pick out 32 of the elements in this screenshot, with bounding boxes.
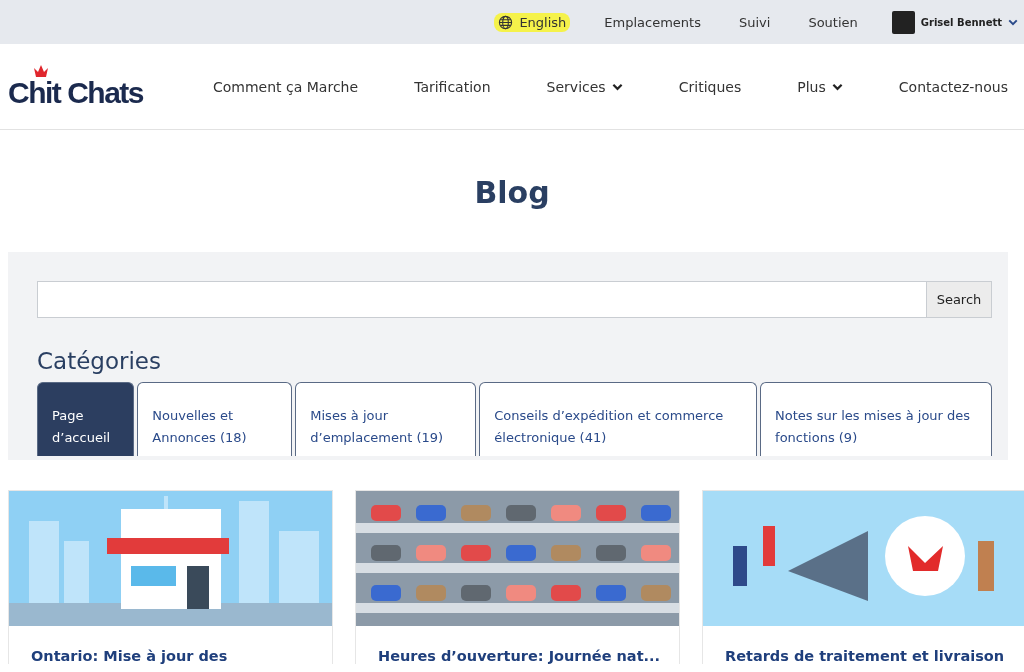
avatar-icon[interactable] [891,10,915,34]
post-title[interactable]: Retards de traitement et livraison [703,626,1024,664]
chevron-down-icon [611,82,623,91]
nav-item[interactable]: Critiques [678,78,742,95]
category-tab[interactable]: Mises à jour d’emplacement (19) [295,382,477,456]
post-card[interactable]: Ontario: Mise à jour des [8,490,333,664]
category-tab[interactable]: Nouvelles et Annonces (18) [137,382,293,456]
language-link[interactable]: English [494,12,571,32]
post-title[interactable]: Heures d’ouverture: Journée nat... [356,626,679,664]
logo[interactable]: Chit Chats [8,63,143,110]
post-title[interactable]: Ontario: Mise à jour des [9,626,332,664]
category-tab[interactable]: Page d’accueil [37,382,135,456]
post-card[interactable]: Heures d’ouverture: Journée nat... [355,490,680,664]
user-name[interactable]: Grisel Bennett [920,16,1002,28]
nav-item[interactable]: Contactez-nous [898,78,1008,95]
category-tab[interactable]: Conseils d’expédition et commerce électronique (41) [479,382,758,456]
globe-icon [498,14,514,30]
top-link[interactable]: Soutien [804,12,862,32]
post-card[interactable]: Retards de traitement et livraison [702,490,1024,664]
nav-item[interactable]: Plus [797,78,843,95]
chevron-down-icon [831,82,843,91]
page-title: Blog [473,174,551,212]
nav-item[interactable]: Comment ça Marche [213,78,359,95]
search-field[interactable] [37,281,927,318]
nav-item[interactable]: Services [546,78,623,95]
section-heading: Catégories [37,348,162,374]
category-tab[interactable]: Notes sur les mises à jour des fonctions (9) [760,382,992,456]
chevron-down-icon [1008,18,1018,26]
nav-item[interactable]: Tarification [414,78,491,95]
top-link[interactable]: Suivi [734,12,775,32]
top-link[interactable]: Emplacements [600,12,705,32]
search-button[interactable]: Search [927,281,992,318]
